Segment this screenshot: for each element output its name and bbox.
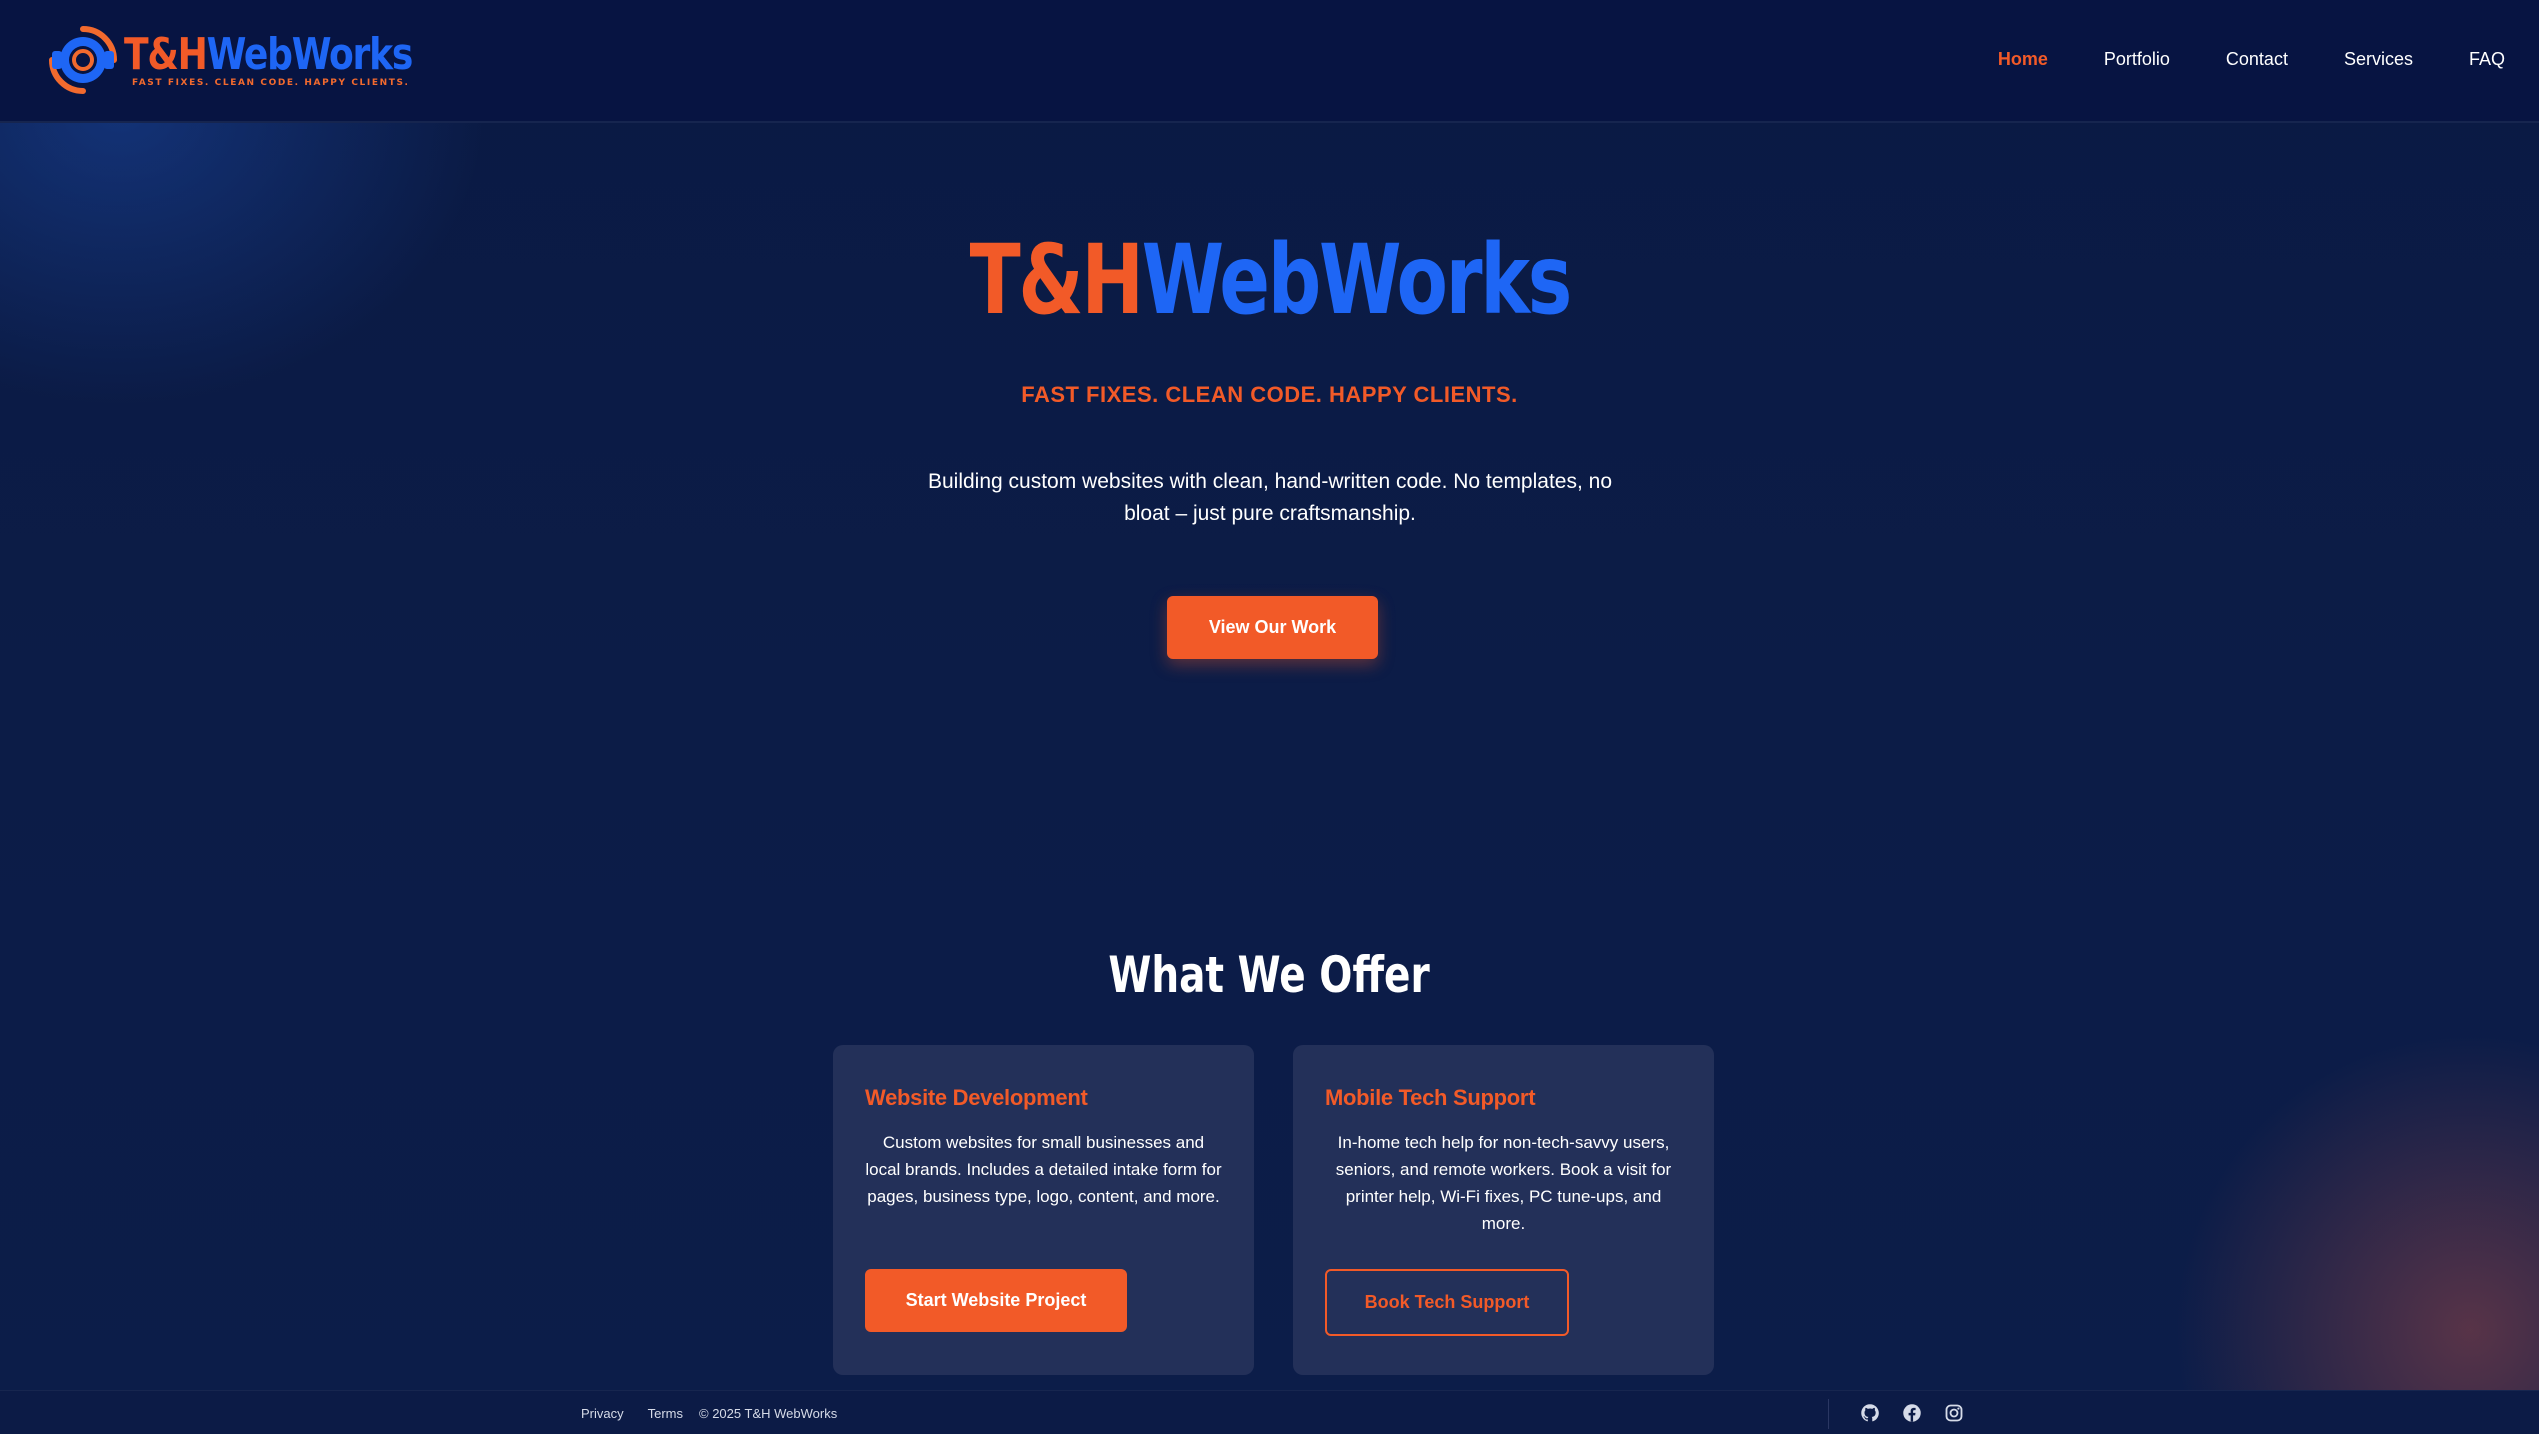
nav-link-contact[interactable]: Contact xyxy=(2226,49,2288,70)
github-icon[interactable] xyxy=(1860,1403,1880,1423)
card-description: In-home tech help for non-tech-savvy use… xyxy=(1335,1133,1672,1233)
hero-title: T&HWebWorks xyxy=(969,224,1572,336)
section-title-what-we-offer: What We Offer xyxy=(1108,946,1431,1004)
instagram-icon[interactable] xyxy=(1944,1403,1964,1423)
page: T&HWebWorks FAST FIXES. CLEAN CODE. HAPP… xyxy=(0,0,2539,1434)
social-links xyxy=(1860,1391,1964,1434)
card-title: Mobile Tech Support xyxy=(1325,1085,1536,1110)
card-title: Website Development xyxy=(865,1085,1088,1110)
footer-copyright: © 2025 T&H WebWorks xyxy=(699,1405,838,1421)
hero-description: Building custom websites with clean, han… xyxy=(927,470,1613,525)
hero-tagline: FAST FIXES. CLEAN CODE. HAPPY CLIENTS. xyxy=(1021,382,1518,407)
nav-link-portfolio[interactable]: Portfolio xyxy=(2104,49,2170,70)
view-our-work-button[interactable]: View Our Work xyxy=(1167,596,1378,659)
book-tech-support-button[interactable]: Book Tech Support xyxy=(1325,1269,1569,1336)
footer-divider xyxy=(1828,1399,1829,1429)
start-website-project-button[interactable]: Start Website Project xyxy=(865,1269,1127,1332)
footer-terms-link[interactable]: Terms xyxy=(648,1406,683,1421)
logo[interactable]: T&HWebWorks FAST FIXES. CLEAN CODE. HAPP… xyxy=(48,24,475,96)
card-description: Custom websites for small businesses and… xyxy=(865,1133,1222,1206)
footer-privacy-link[interactable]: Privacy xyxy=(581,1406,624,1421)
service-card-mobile-tech-support: Mobile Tech Support In-home tech help fo… xyxy=(1293,1045,1714,1375)
nav-link-home[interactable]: Home xyxy=(1998,49,2048,70)
facebook-icon[interactable] xyxy=(1902,1403,1922,1423)
site-footer: Privacy Terms © 2025 T&H WebWorks xyxy=(0,1390,2539,1434)
service-card-website-development: Website Development Custom websites for … xyxy=(833,1045,1254,1375)
logo-tagline: FAST FIXES. CLEAN CODE. HAPPY CLIENTS. xyxy=(132,77,410,88)
logo-gear-icon xyxy=(48,25,118,95)
logo-wordmark: T&HWebWorks xyxy=(124,28,413,80)
nav-link-services[interactable]: Services xyxy=(2344,49,2413,70)
site-header: T&HWebWorks FAST FIXES. CLEAN CODE. HAPP… xyxy=(0,0,2539,123)
main-nav: Home Portfolio Contact Services FAQ xyxy=(1998,49,2505,70)
nav-link-faq[interactable]: FAQ xyxy=(2469,49,2505,70)
